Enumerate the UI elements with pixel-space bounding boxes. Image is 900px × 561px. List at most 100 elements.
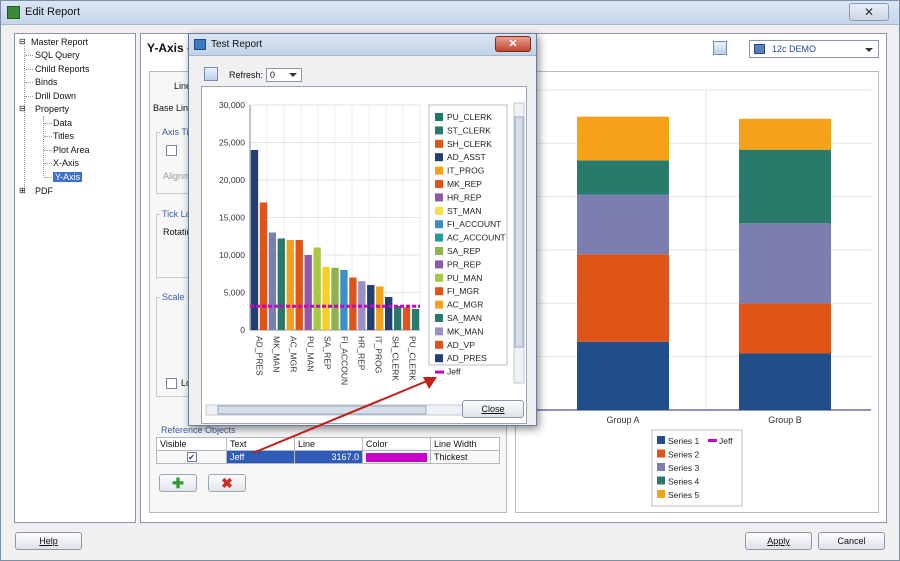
refresh-select[interactable]: 0 xyxy=(266,68,302,82)
tree-item-drill-down[interactable]: Drill Down xyxy=(35,91,76,101)
arrow-line xyxy=(252,380,428,454)
legend-swatch xyxy=(435,327,443,336)
bar xyxy=(268,232,277,330)
legend-label: AD_ASST xyxy=(447,152,486,162)
edit-report-icon[interactable] xyxy=(713,41,727,55)
stacked-bar-segment xyxy=(577,160,669,195)
alignment-label: Alignm xyxy=(163,171,191,181)
arrow-head xyxy=(423,377,437,389)
scale-group-title: Scale xyxy=(160,292,187,302)
bar xyxy=(402,307,411,330)
bar xyxy=(259,202,268,330)
legend-swatch xyxy=(435,139,443,148)
tree-collapse-icon[interactable]: ⊟ xyxy=(19,37,26,46)
visible-cell[interactable]: ✔ xyxy=(156,450,227,464)
y-tick-label: 15,000 xyxy=(219,213,245,223)
tree-item-sql-query[interactable]: SQL Query xyxy=(35,50,80,60)
tree-item-titles[interactable]: Titles xyxy=(53,131,74,141)
legend-swatch xyxy=(435,220,443,229)
window-close-button[interactable]: ✕ xyxy=(849,3,889,21)
bar xyxy=(349,277,357,330)
legend-swatch xyxy=(435,287,443,296)
legend-swatch xyxy=(435,300,443,309)
connection-select[interactable]: 12c DEMO xyxy=(749,40,879,58)
stacked-bar-segment xyxy=(739,118,831,150)
tree-item-property[interactable]: Property xyxy=(35,104,69,114)
report-icon xyxy=(194,39,206,50)
legend-swatch xyxy=(708,439,717,442)
visible-checkbox[interactable]: ✔ xyxy=(186,452,197,462)
bar xyxy=(295,240,303,330)
chevron-down-icon xyxy=(289,73,297,77)
tree-item-pdf[interactable]: PDF xyxy=(35,186,53,196)
legend-swatch xyxy=(657,436,665,444)
x-tick-label: MK_MAN xyxy=(272,336,282,372)
legend-swatch xyxy=(435,354,443,363)
legend-label: PU_MAN xyxy=(447,273,482,283)
close-button[interactable]: Close xyxy=(462,400,524,418)
legend-label: AC_MGR xyxy=(447,300,483,310)
vertical-scroll-thumb xyxy=(514,116,524,348)
legend-swatch xyxy=(435,153,443,162)
y-tick-label: 0 xyxy=(240,325,245,335)
legend-label: FI_MGR xyxy=(447,286,479,296)
legend-label: MK_REP xyxy=(447,179,482,189)
legend-label: PU_CLERK xyxy=(447,112,492,122)
y-tick-label: 30,000 xyxy=(219,100,245,110)
tree-item-plot-area[interactable]: Plot Area xyxy=(53,145,90,155)
bar xyxy=(322,267,330,330)
stacked-bar-segment xyxy=(577,254,669,342)
stacked-bar-segment xyxy=(739,303,831,354)
refresh-value: 0 xyxy=(270,70,276,80)
reference-objects-title: Reference Objects xyxy=(159,425,238,435)
legend-swatch xyxy=(657,476,665,485)
connection-value: 12c DEMO xyxy=(772,44,817,54)
dialog-close-icon[interactable]: ✕ xyxy=(495,36,531,52)
logarithmic-checkbox[interactable] xyxy=(166,378,177,389)
legend-swatch xyxy=(435,166,443,175)
legend-swatch xyxy=(435,126,443,135)
tree-collapse-icon[interactable]: ⊟ xyxy=(19,104,26,113)
col-visible[interactable]: Visible xyxy=(156,437,227,451)
stacked-bar-segment xyxy=(577,116,669,161)
axis-title-checkbox[interactable] xyxy=(166,145,177,156)
tree-item-x-axis[interactable]: X-Axis xyxy=(53,158,79,168)
x-tick-label: HR_REP xyxy=(357,336,367,371)
legend-label: FI_ACCOUNT xyxy=(447,219,501,229)
refresh-icon[interactable] xyxy=(204,67,218,81)
legend-swatch xyxy=(435,206,443,215)
test-report-dialog: Test Report ✕ Refresh: 0 30,000 25,000 20,… xyxy=(188,33,537,426)
legend-label: IT_PROG xyxy=(447,166,484,176)
tree-item-binds[interactable]: Binds xyxy=(35,77,58,87)
legend-label: Series 4 xyxy=(668,477,699,487)
cancel-button[interactable]: Cancel xyxy=(818,532,885,550)
help-label: Help xyxy=(39,536,58,546)
x-tick-label: AC_MGR xyxy=(289,336,299,372)
legend-label: Series 2 xyxy=(668,450,699,460)
x-tick-label: SA_REP xyxy=(323,336,333,370)
legend-label: ST_CLERK xyxy=(447,125,491,135)
tree-item-master-report[interactable]: Master Report xyxy=(31,37,88,47)
legend-label: Series 1 xyxy=(668,436,699,446)
help-button[interactable]: Help xyxy=(15,532,82,550)
stacked-bar-segment xyxy=(739,149,831,224)
tree-item-data[interactable]: Data xyxy=(53,118,72,128)
delete-reference-button[interactable]: ✖ xyxy=(208,474,246,492)
legend-swatch xyxy=(435,113,443,121)
apply-button[interactable]: Apply xyxy=(745,532,812,550)
add-reference-button[interactable]: ✚ xyxy=(159,474,197,492)
close-label: Close xyxy=(481,404,505,414)
tree-item-y-axis[interactable]: Y-Axis xyxy=(53,172,83,182)
bar xyxy=(331,267,339,330)
x-tick-label: IT_PROG xyxy=(374,336,384,373)
legend-swatch xyxy=(435,247,443,255)
y-tick-label: 10,000 xyxy=(219,250,245,260)
y-tick-label: 5,000 xyxy=(224,288,246,298)
tree-expand-icon[interactable]: ⊞ xyxy=(19,186,26,195)
preview-chart-panel: Group A Group B Series 1 Series 2 Series 3 Se… xyxy=(515,71,879,513)
x-tick-label: AD_PRES xyxy=(255,336,265,376)
legend-swatch xyxy=(657,490,665,498)
tree-item-child-reports[interactable]: Child Reports xyxy=(35,64,90,74)
stacked-bar-segment xyxy=(739,223,831,304)
chart-legend: PU_CLERK ST_CLERK SH_CLERK AD_ASST IT_PROG MK… xyxy=(428,104,508,377)
